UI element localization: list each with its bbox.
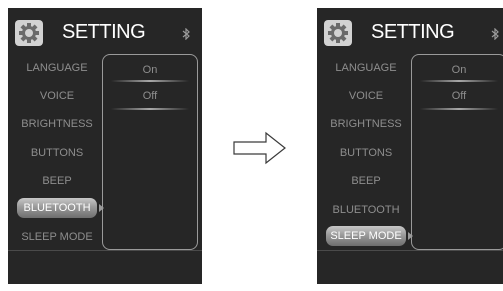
options-panel: On Off (411, 54, 503, 250)
right-arrow-icon (233, 131, 286, 165)
header: SETTING (317, 8, 503, 54)
menu-item-voice[interactable]: VOICE (326, 88, 406, 104)
menu-item-voice[interactable]: VOICE (17, 88, 97, 104)
options-panel: On Off (102, 54, 198, 250)
menu-item-beep[interactable]: BEEP (17, 173, 97, 189)
menu-item-beep[interactable]: BEEP (326, 173, 406, 189)
menu-item-bluetooth[interactable]: BLUETOOTH (17, 198, 97, 218)
divider (317, 250, 503, 251)
screen-title: SETTING (371, 21, 455, 43)
option-divider (111, 108, 189, 110)
menu-item-buttons[interactable]: BUTTONS (17, 145, 97, 161)
option-off[interactable]: Off (412, 90, 503, 102)
menu-item-sleep-mode[interactable]: SLEEP MODE (17, 229, 97, 245)
header: SETTING (8, 8, 202, 54)
option-on[interactable]: On (412, 64, 503, 76)
bluetooth-icon (491, 28, 499, 40)
option-divider (111, 80, 189, 82)
screen-title: SETTING (62, 21, 146, 43)
option-divider (420, 80, 498, 82)
menu-item-buttons[interactable]: BUTTONS (326, 145, 406, 161)
divider (8, 250, 202, 251)
device-screen-before: SETTING LANGUAGE VOICE BRIGHTNESS BUTTON… (8, 8, 202, 284)
bluetooth-icon (182, 28, 190, 40)
menu-item-brightness[interactable]: BRIGHTNESS (17, 116, 97, 132)
option-off[interactable]: Off (103, 90, 197, 102)
gear-icon[interactable] (324, 20, 352, 46)
menu-item-brightness[interactable]: BRIGHTNESS (326, 116, 406, 132)
gear-icon[interactable] (15, 20, 43, 46)
menu-item-language[interactable]: LANGUAGE (326, 60, 406, 76)
menu-item-bluetooth[interactable]: BLUETOOTH (326, 202, 406, 218)
menu-item-language[interactable]: LANGUAGE (17, 60, 97, 76)
option-divider (420, 108, 498, 110)
menu-item-sleep-mode[interactable]: SLEEP MODE (326, 226, 406, 246)
device-screen-after: SETTING LANGUAGE VOICE BRIGHTNESS BUTTON… (317, 8, 503, 284)
option-on[interactable]: On (103, 64, 197, 76)
